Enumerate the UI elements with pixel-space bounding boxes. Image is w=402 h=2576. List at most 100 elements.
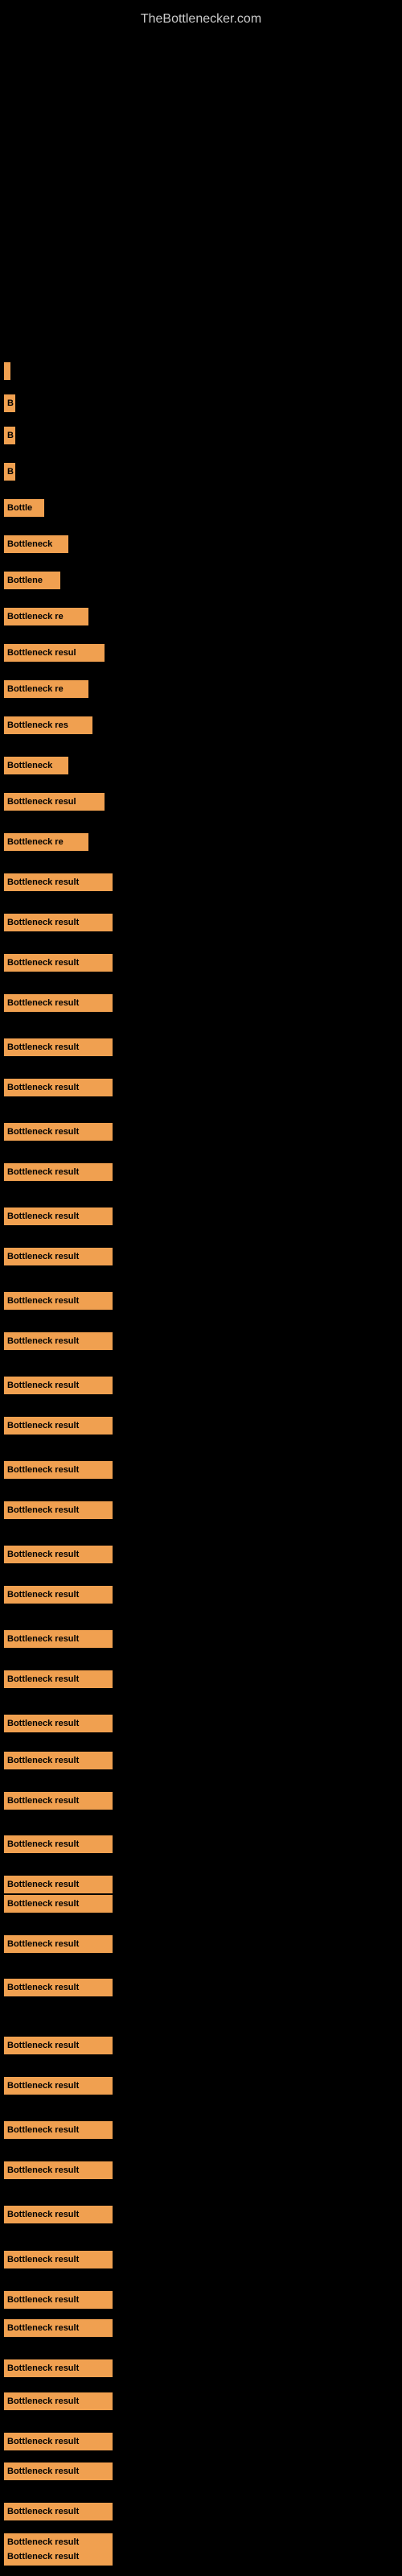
result-item-24: Bottleneck result <box>4 1248 113 1265</box>
result-item-27: Bottleneck result <box>4 1377 113 1394</box>
result-bar-9: Bottleneck resul <box>4 644 105 662</box>
result-bar-34: Bottleneck result <box>4 1670 113 1688</box>
result-bar-4: B <box>4 463 15 481</box>
result-item-4: B <box>4 463 15 481</box>
result-item-54: Bottleneck result <box>4 2462 113 2480</box>
result-bar-16: Bottleneck result <box>4 914 113 931</box>
result-item-28: Bottleneck result <box>4 1417 113 1435</box>
result-item-13: Bottleneck resul <box>4 793 105 811</box>
result-item-38: Bottleneck result <box>4 1835 113 1853</box>
result-bar-33: Bottleneck result <box>4 1630 113 1648</box>
result-item-10: Bottleneck re <box>4 680 88 698</box>
result-bar-23: Bottleneck result <box>4 1208 113 1225</box>
result-bar-52: Bottleneck result <box>4 2392 113 2410</box>
result-item-39: Bottleneck result <box>4 1876 113 1893</box>
result-bar-6: Bottleneck <box>4 535 68 553</box>
result-item-5: Bottle <box>4 499 44 517</box>
result-item-22: Bottleneck result <box>4 1163 113 1181</box>
result-bar-1 <box>4 362 10 380</box>
result-item-20: Bottleneck result <box>4 1079 113 1096</box>
result-item-53: Bottleneck result <box>4 2433 113 2450</box>
result-bar-55: Bottleneck result <box>4 2503 113 2520</box>
result-item-47: Bottleneck result <box>4 2206 113 2223</box>
result-bar-36: Bottleneck result <box>4 1752 113 1769</box>
result-item-30: Bottleneck result <box>4 1501 113 1519</box>
result-item-12: Bottleneck <box>4 757 68 774</box>
result-bar-29: Bottleneck result <box>4 1461 113 1479</box>
result-item-55: Bottleneck result <box>4 2503 113 2520</box>
result-item-44: Bottleneck result <box>4 2077 113 2095</box>
result-item-37: Bottleneck result <box>4 1792 113 1810</box>
result-bar-25: Bottleneck result <box>4 1292 113 1310</box>
result-bar-54: Bottleneck result <box>4 2462 113 2480</box>
result-item-7: Bottlene <box>4 572 60 589</box>
result-item-9: Bottleneck resul <box>4 644 105 662</box>
result-bar-27: Bottleneck result <box>4 1377 113 1394</box>
result-item-21: Bottleneck result <box>4 1123 113 1141</box>
result-bar-35: Bottleneck result <box>4 1715 113 1732</box>
result-bar-47: Bottleneck result <box>4 2206 113 2223</box>
result-bar-38: Bottleneck result <box>4 1835 113 1853</box>
result-bar-50: Bottleneck result <box>4 2319 113 2337</box>
result-bar-3: B <box>4 427 15 444</box>
result-item-25: Bottleneck result <box>4 1292 113 1310</box>
result-bar-11: Bottleneck res <box>4 716 92 734</box>
result-item-11: Bottleneck res <box>4 716 92 734</box>
result-bar-17: Bottleneck result <box>4 954 113 972</box>
result-bar-24: Bottleneck result <box>4 1248 113 1265</box>
result-bar-57: Bottleneck result <box>4 2548 113 2566</box>
result-bar-22: Bottleneck result <box>4 1163 113 1181</box>
result-item-16: Bottleneck result <box>4 914 113 931</box>
result-item-31: Bottleneck result <box>4 1546 113 1563</box>
result-item-17: Bottleneck result <box>4 954 113 972</box>
result-bar-30: Bottleneck result <box>4 1501 113 1519</box>
result-bar-46: Bottleneck result <box>4 2161 113 2179</box>
result-bar-19: Bottleneck result <box>4 1038 113 1056</box>
result-bar-32: Bottleneck result <box>4 1586 113 1604</box>
result-bar-31: Bottleneck result <box>4 1546 113 1563</box>
result-item-52: Bottleneck result <box>4 2392 113 2410</box>
result-bar-12: Bottleneck <box>4 757 68 774</box>
result-item-6: Bottleneck <box>4 535 68 553</box>
result-bar-49: Bottleneck result <box>4 2291 113 2309</box>
result-item-8: Bottleneck re <box>4 608 88 625</box>
result-item-51: Bottleneck result <box>4 2359 113 2377</box>
result-item-3: B <box>4 427 15 444</box>
result-bar-5: Bottle <box>4 499 44 517</box>
result-item-33: Bottleneck result <box>4 1630 113 1648</box>
result-item-40: Bottleneck result <box>4 1895 113 1913</box>
result-item-1 <box>4 362 10 380</box>
result-bar-14: Bottleneck re <box>4 833 88 851</box>
result-item-43: Bottleneck result <box>4 2037 113 2054</box>
result-item-34: Bottleneck result <box>4 1670 113 1688</box>
result-item-48: Bottleneck result <box>4 2251 113 2268</box>
result-item-2: B <box>4 394 15 412</box>
result-item-46: Bottleneck result <box>4 2161 113 2179</box>
result-bar-2: B <box>4 394 15 412</box>
result-item-26: Bottleneck result <box>4 1332 113 1350</box>
result-item-19: Bottleneck result <box>4 1038 113 1056</box>
result-item-57: Bottleneck result <box>4 2548 113 2566</box>
result-item-50: Bottleneck result <box>4 2319 113 2337</box>
result-item-49: Bottleneck result <box>4 2291 113 2309</box>
result-bar-7: Bottlene <box>4 572 60 589</box>
result-bar-51: Bottleneck result <box>4 2359 113 2377</box>
result-item-45: Bottleneck result <box>4 2121 113 2139</box>
result-item-35: Bottleneck result <box>4 1715 113 1732</box>
result-bar-28: Bottleneck result <box>4 1417 113 1435</box>
result-bar-37: Bottleneck result <box>4 1792 113 1810</box>
result-bar-42: Bottleneck result <box>4 1979 113 1996</box>
result-bar-10: Bottleneck re <box>4 680 88 698</box>
result-item-42: Bottleneck result <box>4 1979 113 1996</box>
result-bar-44: Bottleneck result <box>4 2077 113 2095</box>
result-bar-39: Bottleneck result <box>4 1876 113 1893</box>
result-item-23: Bottleneck result <box>4 1208 113 1225</box>
result-item-14: Bottleneck re <box>4 833 88 851</box>
result-bar-8: Bottleneck re <box>4 608 88 625</box>
result-bar-20: Bottleneck result <box>4 1079 113 1096</box>
result-bar-41: Bottleneck result <box>4 1935 113 1953</box>
result-item-36: Bottleneck result <box>4 1752 113 1769</box>
result-bar-45: Bottleneck result <box>4 2121 113 2139</box>
result-item-29: Bottleneck result <box>4 1461 113 1479</box>
result-bar-40: Bottleneck result <box>4 1895 113 1913</box>
